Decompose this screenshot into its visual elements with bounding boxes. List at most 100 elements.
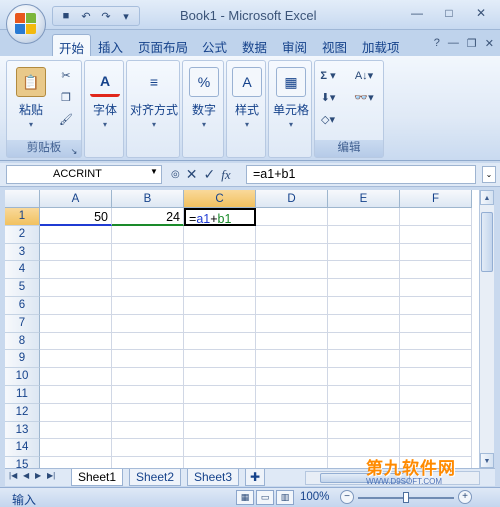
cell-a13[interactable] [40,421,112,440]
cell-c13[interactable] [184,421,256,440]
row-header[interactable]: 7 [5,314,40,333]
cell-b8[interactable] [112,332,184,351]
cell-a10[interactable] [40,368,112,386]
zoom-out-icon[interactable]: − [340,490,354,504]
cells-button[interactable]: ▦ 单元格 ▾ [269,67,313,129]
cell-f4[interactable] [400,261,472,280]
cell-a11[interactable] [40,386,112,404]
cell-c10[interactable] [184,368,256,386]
cell-a2[interactable] [40,225,112,244]
expand-formula-bar-icon[interactable]: ⌄ [482,166,496,183]
cell-f6[interactable] [400,297,472,315]
alignment-button[interactable]: ≡ 对齐方式 ▾ [127,67,181,129]
copy-icon[interactable]: ❐ [57,89,75,105]
cell-d2[interactable] [256,225,328,244]
cell-f2[interactable] [400,225,472,244]
tab-home[interactable]: 开始 [52,34,92,56]
cell-b1[interactable]: 24 [112,208,184,226]
formula-input[interactable]: =a1+b1 [246,165,476,184]
row-header[interactable]: 4 [5,261,40,280]
row-header[interactable]: 6 [5,297,40,315]
office-button[interactable] [6,4,46,44]
cell-e12[interactable] [328,403,400,422]
number-button[interactable]: % 数字 ▾ [183,67,225,129]
cell-b5[interactable] [112,279,184,297]
row-header[interactable]: 2 [5,225,40,244]
row-header[interactable]: 10 [5,368,40,386]
cell-e4[interactable] [328,261,400,280]
sheet-tab-1[interactable]: Sheet1 [71,469,124,486]
cell-a3[interactable] [40,243,112,262]
cell-e2[interactable] [328,225,400,244]
cell-e3[interactable] [328,243,400,262]
column-header-e[interactable]: E [328,190,400,208]
row-header[interactable]: 11 [5,386,40,404]
sheet-tab-2[interactable]: Sheet2 [129,469,182,486]
tab-view[interactable]: 视图 [316,34,353,56]
tab-insert[interactable]: 插入 [92,34,129,56]
cell-b10[interactable] [112,368,184,386]
cell-e9[interactable] [328,350,400,369]
cell-a14[interactable] [40,439,112,458]
cell-f5[interactable] [400,279,472,297]
tab-page-layout[interactable]: 页面布局 [132,34,194,56]
redo-icon[interactable]: ↷ [97,8,115,24]
clear-icon[interactable]: ◇▾ [319,111,337,127]
cell-a6[interactable] [40,297,112,315]
cut-icon[interactable]: ✂ [57,67,75,83]
column-header-b[interactable]: B [112,190,184,208]
name-box[interactable]: ACCRINT [6,165,162,184]
cell-c11[interactable] [184,386,256,404]
cell-a5[interactable] [40,279,112,297]
cell-e13[interactable] [328,421,400,440]
last-sheet-icon[interactable]: ▶| [47,471,57,480]
cell-d4[interactable] [256,261,328,280]
cell-b13[interactable] [112,421,184,440]
cell-e5[interactable] [328,279,400,297]
row-header[interactable]: 8 [5,332,40,351]
cell-b2[interactable] [112,225,184,244]
cell-e10[interactable] [328,368,400,386]
cell-f13[interactable] [400,421,472,440]
sort-filter-icon[interactable]: A↓▾ [349,67,379,83]
cell-b9[interactable] [112,350,184,369]
cell-e1[interactable] [328,208,400,226]
cell-f10[interactable] [400,368,472,386]
cell-d5[interactable] [256,279,328,297]
cell-b14[interactable] [112,439,184,458]
save-icon[interactable]: ■ [57,8,75,24]
row-header[interactable]: 15 [5,457,40,468]
enter-icon[interactable]: ✓ [203,166,215,183]
maximize-button[interactable]: □ [436,4,462,22]
row-header[interactable]: 12 [5,403,40,422]
row-header[interactable]: 1 [5,208,40,226]
cell-b11[interactable] [112,386,184,404]
zoom-in-icon[interactable]: + [458,490,472,504]
first-sheet-icon[interactable]: |◀ [9,471,19,480]
cell-c2[interactable] [184,225,256,244]
cell-a15[interactable] [40,457,112,468]
row-header[interactable]: 5 [5,279,40,297]
customize-icon[interactable]: ▾ [117,8,135,24]
zoom-slider-thumb[interactable] [403,492,409,503]
tab-data[interactable]: 数据 [236,34,273,56]
cell-b7[interactable] [112,314,184,333]
cell-d15[interactable] [256,457,328,468]
cell-a4[interactable] [40,261,112,280]
find-select-icon[interactable]: 👓▾ [349,89,379,105]
help-icon[interactable]: ? [434,37,440,50]
column-header-c[interactable]: C [184,190,256,208]
cell-d13[interactable] [256,421,328,440]
cell-e8[interactable] [328,332,400,351]
cell-f9[interactable] [400,350,472,369]
cell-c12[interactable] [184,403,256,422]
cell-c5[interactable] [184,279,256,297]
cell-f7[interactable] [400,314,472,333]
fill-icon[interactable]: ⬇▾ [319,89,337,105]
insert-function-icon[interactable]: fx [221,167,230,183]
paste-button[interactable]: 📋 粘贴 ▾ [11,67,51,129]
close-button[interactable]: ✕ [468,4,494,22]
cell-b15[interactable] [112,457,184,468]
vertical-scrollbar[interactable]: ▲ ▼ [479,190,494,468]
page-break-view-icon[interactable]: ▥ [276,490,294,505]
